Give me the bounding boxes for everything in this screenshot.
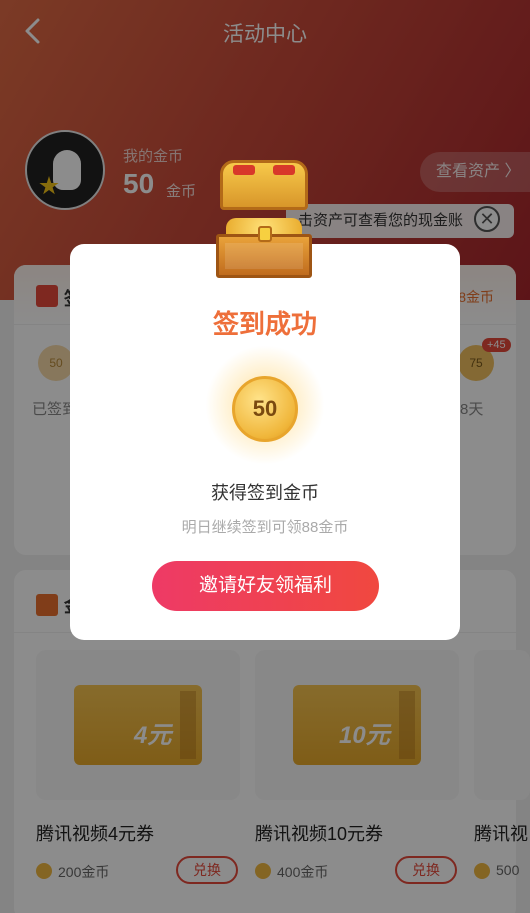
treasure-chest-icon: [214, 160, 314, 278]
dialog-title: 签到成功: [212, 309, 317, 339]
invite-friends-button[interactable]: 邀请好友领福利: [152, 561, 379, 611]
chest-lock: [258, 226, 272, 242]
chest-lid: [220, 160, 308, 210]
chest-gem: [233, 165, 255, 175]
coin-icon: 50: [232, 376, 298, 442]
chest-gem: [273, 165, 295, 175]
reward-text: 获得签到金币: [211, 483, 319, 503]
next-day-hint: 明日继续签到可领88金币: [181, 519, 349, 536]
chest-front: [225, 243, 303, 269]
